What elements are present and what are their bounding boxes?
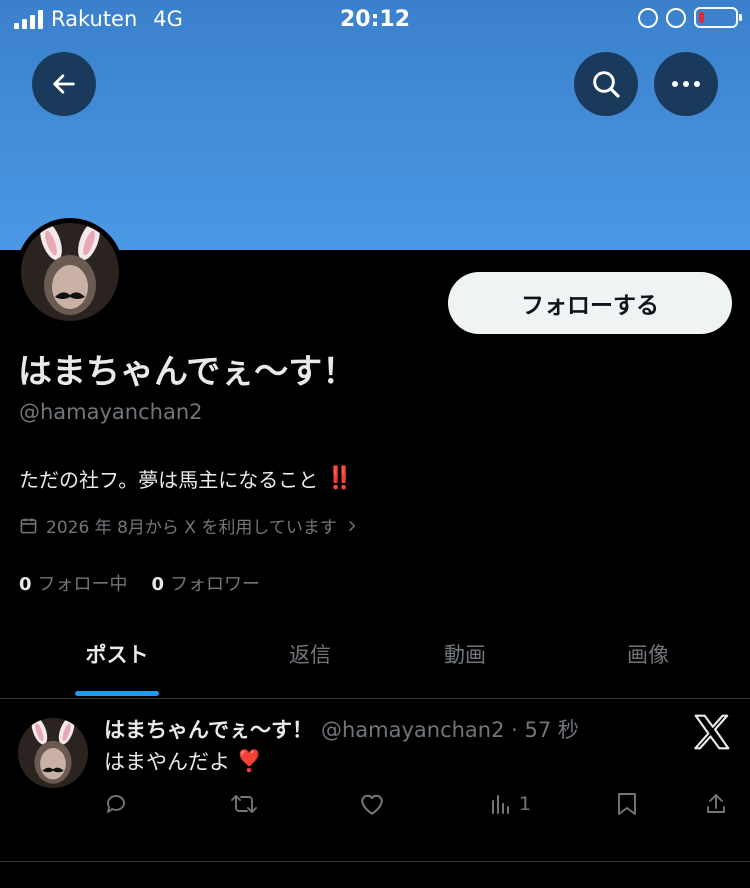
post-item[interactable]: はまちゃんでぇ〜す！ @hamayanchan2 · 57 秒 はまやんだよ ❣️ [0,698,750,862]
tab-replies[interactable]: 返信 [245,622,375,686]
post-header: はまちゃんでぇ〜す！ @hamayanchan2 · 57 秒 [104,714,579,744]
heart-exclamation-emoji: ❣️ [236,748,263,773]
heart-icon [361,794,383,815]
profile-handle: @hamayanchan2 [19,400,203,424]
followers-count: 0 [151,574,165,595]
followers-link[interactable]: 0 フォロワー [152,570,261,596]
repost-button[interactable] [231,792,257,816]
share-icon [707,794,725,813]
following-count: 0 [19,574,32,595]
views-button[interactable]: 1 [489,792,531,816]
search-icon [593,71,620,98]
smiley-icon [638,7,658,28]
post-author-name[interactable]: はまちゃんでぇ〜す！ [104,718,313,742]
analytics-icon [492,795,509,814]
reply-icon [107,795,125,813]
follow-stats: 0 フォロー中 0 フォロワー [19,570,260,596]
double-exclamation-emoji: ‼️ [326,466,353,491]
post-avatar[interactable] [18,718,88,788]
avatar-image [21,223,119,321]
calendar-icon [20,518,37,534]
more-horizontal-icon [672,81,700,87]
bio-text: ただの社フ。夢は馬主になること [19,468,319,492]
views-count: 1 [519,793,532,815]
profile-display-name: はまちゃんでぇ〜す！ [18,352,357,392]
repost-icon [231,795,257,813]
profile-bio: ただの社フ。夢は馬主になること ‼️ [19,464,354,493]
bookmark-icon [618,793,636,815]
post-meta: @hamayanchan2 · 57 秒 [320,718,579,742]
share-button[interactable] [704,792,728,816]
reply-button[interactable] [104,792,128,816]
arrow-left-icon [53,74,75,94]
like-button[interactable] [359,792,385,816]
profile-tabs: ポスト 返信 動画 画像 [0,622,750,699]
more-button[interactable] [654,52,718,116]
active-tab-indicator [75,691,159,696]
post-body: はまやんだよ ❣️ [104,746,262,776]
search-button[interactable] [574,52,638,116]
avatar-image [18,718,88,788]
following-link[interactable]: 0 フォロー中 [19,570,128,596]
joined-date[interactable]: 2026 年 8月から X を利用しています [19,513,359,538]
tab-posts[interactable]: ポスト [52,622,182,686]
chevron-right-icon [348,520,356,531]
following-label: フォロー中 [37,574,128,595]
x-logo-icon [694,714,730,750]
joined-text: 2026 年 8月から X を利用しています [46,518,337,538]
tab-images[interactable]: 画像 [583,622,713,686]
back-button[interactable] [32,52,96,116]
bookmark-button[interactable] [616,792,638,816]
rotation-lock-icon [666,7,686,28]
status-bar: Rakuten 4G 20:12 [0,0,750,42]
battery-icon [694,7,742,28]
profile-avatar[interactable] [16,218,124,326]
post-actions: 1 [0,792,750,828]
tab-videos[interactable]: 動画 [400,622,530,686]
followers-label: フォロワー [170,574,261,595]
post-text: はまやんだよ [104,750,230,774]
follow-button[interactable]: フォローする [448,272,732,334]
